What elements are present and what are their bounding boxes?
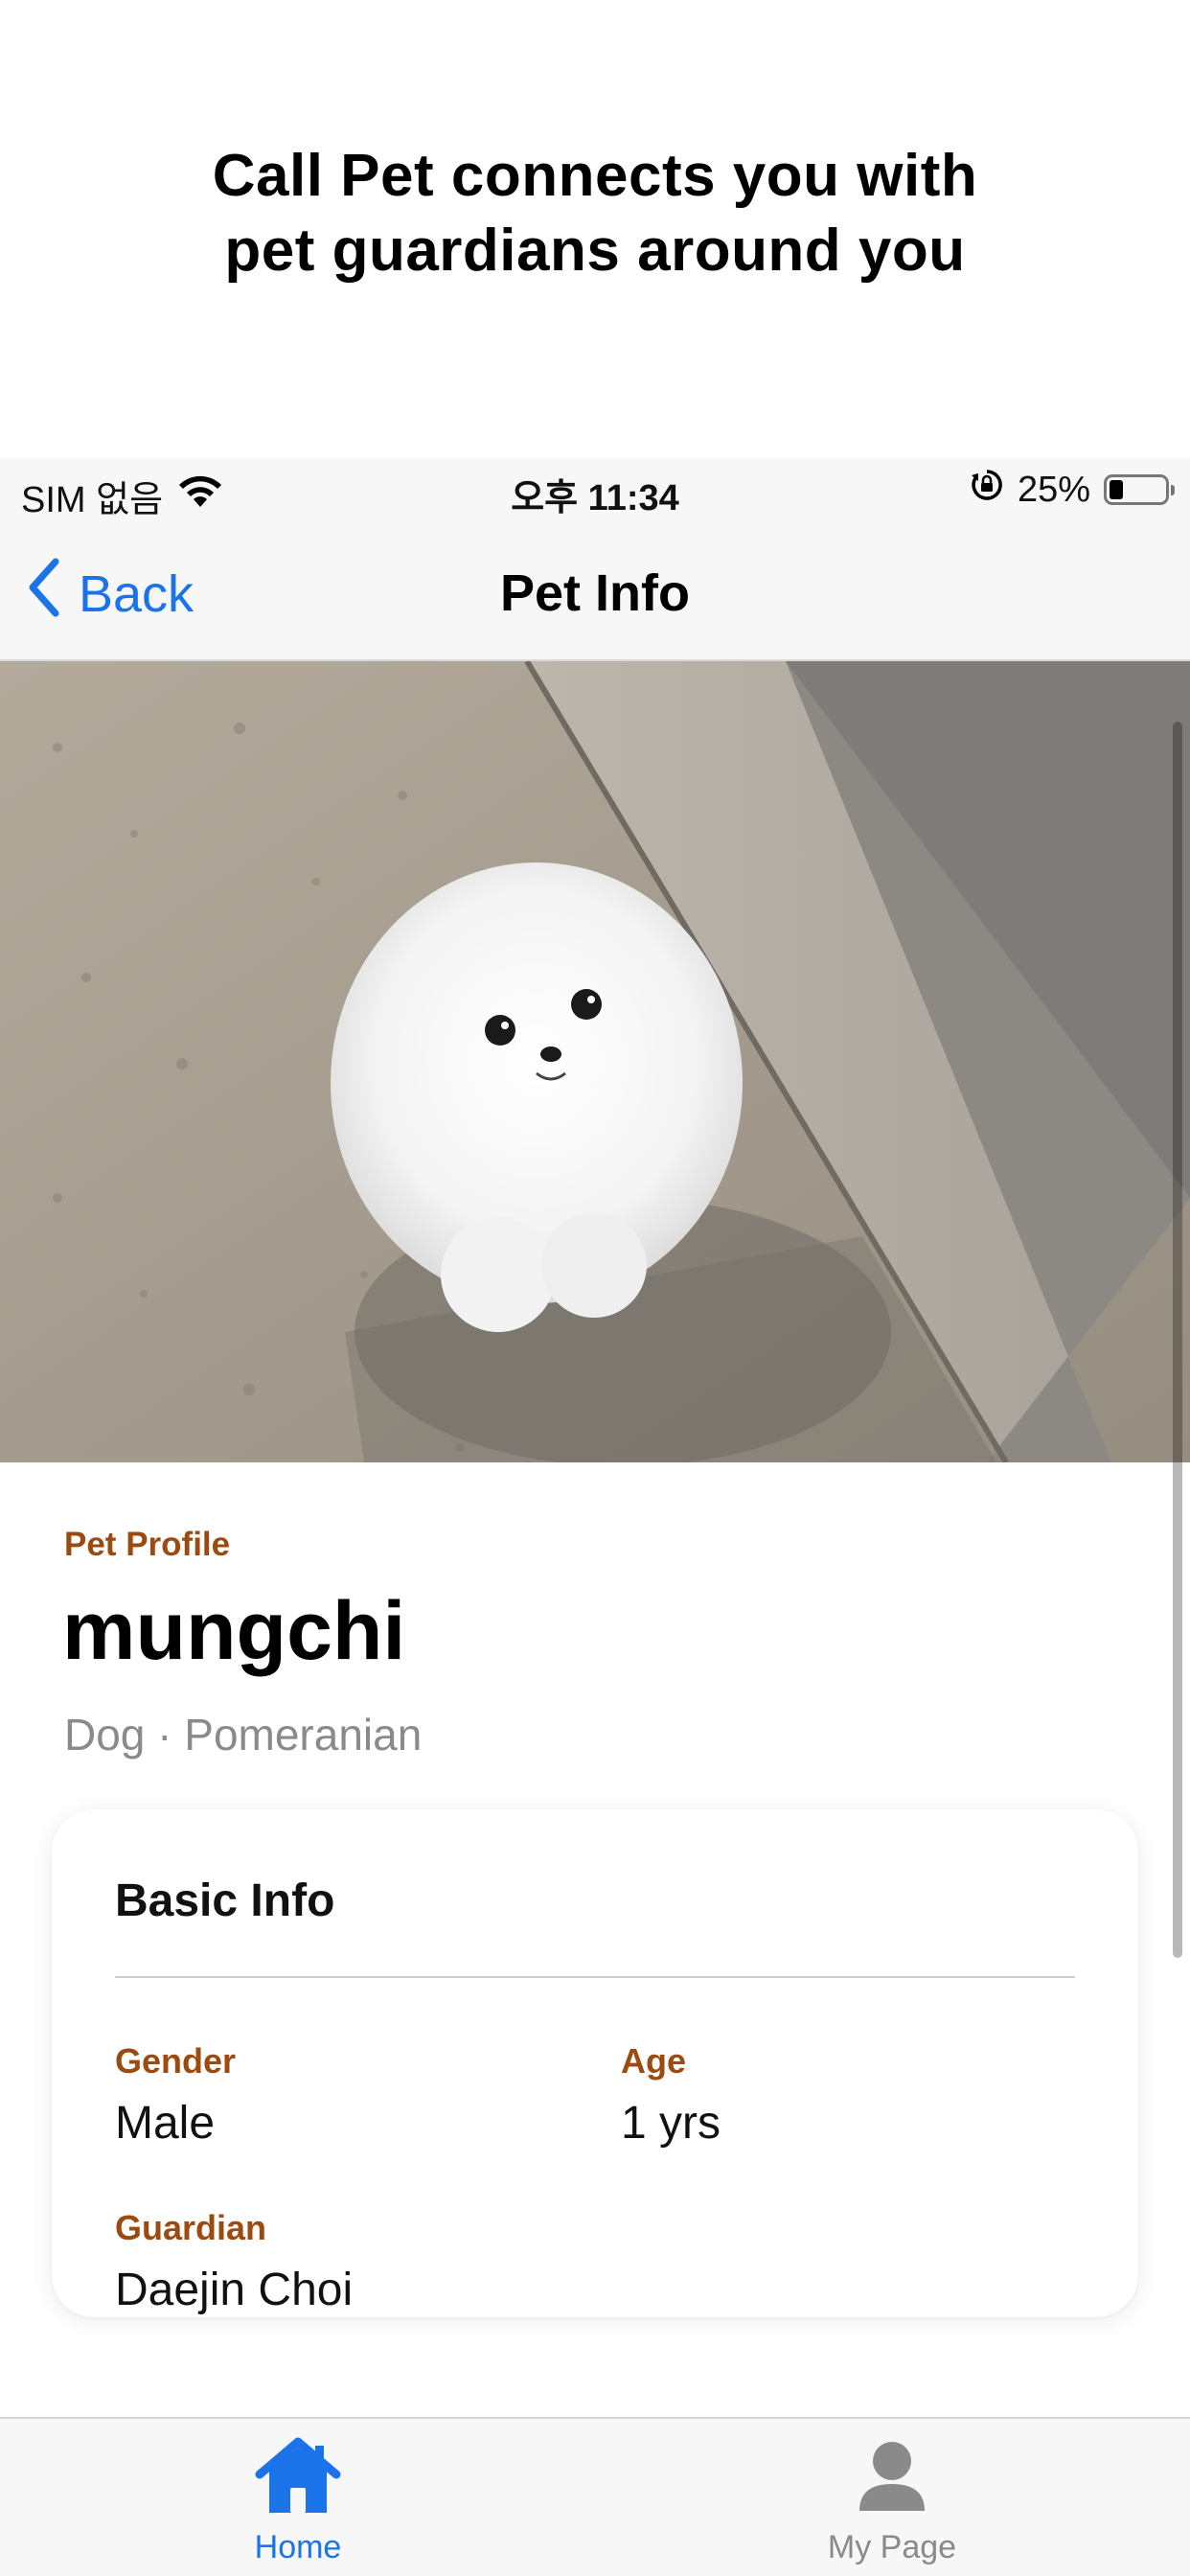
tab-bar: Home My Page <box>0 2417 1190 2576</box>
guardian-value: Daejin Choi <box>115 2265 354 2315</box>
promo-line-2: pet guardians around you <box>224 218 966 284</box>
basic-info-card: Basic Info Gender Male Age 1 yrs Guardia… <box>52 1809 1138 2317</box>
promo-headline: Call Pet connects you with pet guardians… <box>0 139 1190 288</box>
scroll-indicator[interactable] <box>1173 722 1182 1958</box>
battery-percent: 25% <box>1017 469 1090 510</box>
home-icon <box>252 2437 344 2520</box>
promo-line-1: Call Pet connects you with <box>212 143 978 209</box>
tab-home-label: Home <box>254 2529 342 2565</box>
gender-label: Gender <box>115 2041 237 2081</box>
age-label: Age <box>621 2041 687 2081</box>
pet-profile-label: Pet Profile <box>64 1526 231 1563</box>
pet-photo <box>0 661 1190 1462</box>
tab-home[interactable]: Home <box>154 2436 442 2566</box>
phone-screen: SIM 없음 오후 11:34 25% Back Pet Info Pet Pr… <box>0 458 1190 2576</box>
status-bar: SIM 없음 오후 11:34 25% <box>0 458 1190 525</box>
battery-fill <box>1110 480 1123 499</box>
gender-value: Male <box>115 2098 216 2149</box>
divider <box>115 1976 1075 1978</box>
pet-name: mungchi <box>62 1585 406 1677</box>
person-icon <box>846 2442 938 2520</box>
orientation-lock-icon <box>970 468 1004 512</box>
status-right: 25% <box>970 468 1175 512</box>
tab-my-page-label: My Page <box>827 2529 957 2565</box>
battery-icon <box>1104 474 1175 505</box>
promo-banner: Call Pet connects you with pet guardians… <box>0 0 1190 458</box>
navigation-bar: Back Pet Info <box>0 525 1190 661</box>
basic-info-title: Basic Info <box>115 1875 335 1926</box>
page-title: Pet Info <box>500 564 690 622</box>
guardian-label: Guardian <box>115 2208 267 2247</box>
tab-my-page[interactable]: My Page <box>748 2436 1036 2566</box>
age-value: 1 yrs <box>621 2098 721 2149</box>
pet-species: Dog · Pomeranian <box>64 1710 423 1760</box>
